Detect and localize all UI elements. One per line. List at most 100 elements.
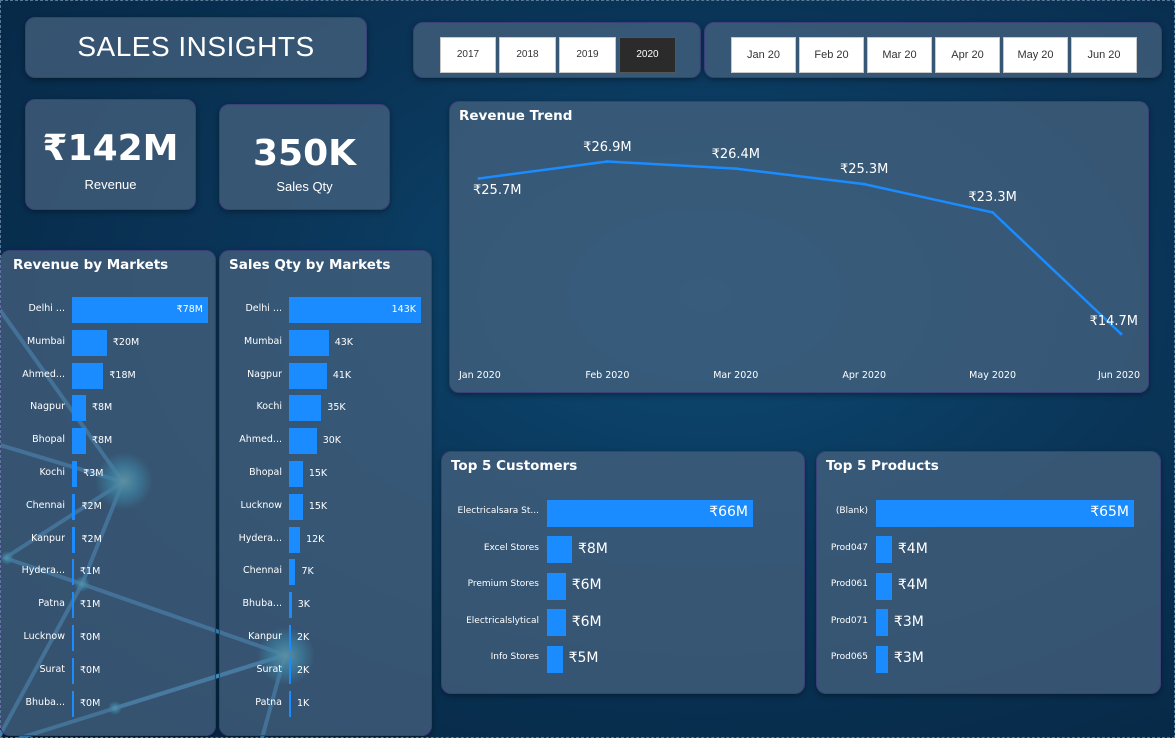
bar [72, 690, 74, 717]
month-button-feb[interactable]: Feb 20 [799, 37, 864, 73]
bar-data-label: ₹66M [709, 504, 748, 520]
bar-data-label: ₹1M [80, 599, 101, 611]
revenue-trend-card: Revenue Trend Jan 2020 Feb 2020 Mar 2020 Ap… [449, 101, 1149, 393]
year-button-2019[interactable]: 2019 [559, 37, 616, 73]
bar-data-label: 15K [308, 468, 328, 479]
bar-category-label: Excel Stores [483, 542, 539, 553]
bar-category-label: Hydera... [238, 532, 282, 544]
data-label: ₹26.9M [583, 139, 632, 155]
revenue-kpi-value: ₹142M [42, 128, 179, 169]
bar [876, 572, 892, 600]
bar-category-label: Kanpur [248, 631, 282, 642]
month-button-apr[interactable]: Apr 20 [935, 37, 1000, 73]
revenue-trend-point [862, 182, 866, 186]
bar-category-label: Delhi ... [245, 303, 282, 314]
bar-data-label: ₹5M [568, 650, 599, 666]
month-button-mar[interactable]: Mar 20 [867, 37, 932, 73]
bar-category-label: Prod047 [830, 542, 868, 553]
bar [547, 536, 572, 563]
bar-category-label: Nagpur [30, 401, 65, 413]
bar-data-label: ₹3M [893, 650, 924, 666]
title-card: SALES INSIGHTS [25, 17, 367, 78]
bar [876, 645, 888, 673]
bar-category-label: (Blank) [835, 506, 868, 516]
revenue-by-markets-card: Revenue by Markets Delhi ... ₹78M Mumbai ₹2… [0, 250, 216, 736]
bar-category-label: Surat [256, 663, 282, 675]
bar [289, 461, 303, 487]
year-slicer: 2017 2018 2019 2020 [413, 22, 701, 78]
bar-category-label: Bhuba... [242, 598, 282, 610]
bar-category-label: Kochi [256, 401, 282, 413]
x-axis-tick-label: Jun 2020 [1097, 370, 1140, 381]
bar-data-label: ₹8M [91, 402, 113, 414]
bar-data-label: ₹3M [83, 468, 104, 479]
bar-category-label: Premium Stores [467, 579, 539, 589]
bar-category-label: Prod071 [830, 615, 868, 626]
top-customers-card: Top 5 Customers Electricalsara St... ₹66M… [441, 451, 805, 694]
bar-category-label: Surat [39, 663, 65, 675]
bar-category-label: Info Stores [490, 652, 539, 662]
bar-category-label: Ahmed... [22, 368, 65, 380]
bar-data-label: ₹18M [109, 369, 136, 381]
bar [289, 657, 291, 684]
revenue-kpi-label: Revenue [84, 177, 137, 192]
bar-data-label: ₹78M [176, 304, 203, 315]
year-button-2018[interactable]: 2018 [499, 37, 556, 73]
bar-data-label: ₹4M [897, 577, 928, 593]
month-slicer: Jan 20 Feb 20 Mar 20 Apr 20 May 20 Jun 2… [704, 22, 1162, 78]
bar [72, 428, 86, 455]
bar-data-label: ₹0M [80, 632, 101, 643]
bar-category-label: Kochi [39, 467, 65, 478]
sales-qty-by-markets-card: Sales Qty by Markets Delhi ... 143K Mumbai… [219, 250, 432, 736]
bar [72, 625, 74, 651]
bar-category-label: Kanpur [31, 532, 65, 544]
bar-category-label: Lucknow [240, 499, 282, 511]
month-button-jun[interactable]: Jun 20 [1071, 37, 1137, 73]
bar-data-label: 41K [332, 369, 352, 381]
bar [876, 609, 888, 636]
bar [72, 329, 107, 356]
bar-data-label: ₹3M [893, 613, 924, 630]
bar-data-label: ₹8M [577, 540, 608, 557]
year-button-2017[interactable]: 2017 [440, 37, 496, 73]
top-customers-title: Top 5 Customers [451, 458, 578, 474]
bar-data-label: ₹8M [91, 435, 113, 447]
revenue-kpi-card: ₹142M Revenue [25, 99, 196, 210]
sales-qty-by-markets-title: Sales Qty by Markets [229, 257, 391, 273]
data-label: ₹25.3M [839, 162, 889, 178]
bar-category-label: Mumbai [27, 335, 65, 347]
month-button-jan[interactable]: Jan 20 [731, 37, 796, 73]
revenue-by-markets-title: Revenue by Markets [13, 257, 169, 273]
bar [72, 461, 78, 487]
year-button-2020[interactable]: 2020 [619, 37, 676, 73]
data-label: ₹26.4M [711, 146, 761, 162]
bar [289, 526, 301, 553]
revenue-trend-point [1119, 332, 1123, 336]
top-products-title: Top 5 Products [826, 458, 939, 474]
bar-data-label: ₹6M [571, 577, 602, 593]
bar-category-label: Ahmed... [239, 434, 282, 446]
bar-category-label: Chennai [25, 499, 65, 511]
bar [289, 329, 329, 356]
month-button-may[interactable]: May 20 [1003, 37, 1068, 73]
bar-data-label: ₹2M [81, 533, 102, 545]
top-products-card: Top 5 Products (Blank) ₹65M Prod047 ₹4M Prod… [816, 451, 1161, 694]
bar-category-label: Chennai [242, 565, 282, 577]
bar-data-label: 7K [301, 566, 314, 578]
revenue-trend-line [478, 160, 1122, 335]
bar-category-label: Electricalsara St... [457, 506, 539, 516]
bar-category-label: Delhi ... [28, 303, 65, 314]
bar-category-label: Nagpur [247, 368, 282, 380]
x-axis-tick-label: May 2020 [969, 370, 1017, 381]
bar-data-label: 15K [308, 500, 328, 512]
bar [289, 592, 292, 619]
bar [547, 572, 566, 600]
bar [72, 526, 76, 553]
bar-category-label: Bhopal [249, 467, 282, 478]
bar-data-label: ₹0M [80, 664, 101, 676]
bar-data-label: 12K [306, 533, 325, 545]
bar-data-label: ₹20M [112, 336, 140, 348]
bar-data-label: ₹6M [571, 613, 602, 630]
bar-data-label: 35K [327, 402, 346, 414]
page-title: SALES INSIGHTS [77, 31, 315, 62]
